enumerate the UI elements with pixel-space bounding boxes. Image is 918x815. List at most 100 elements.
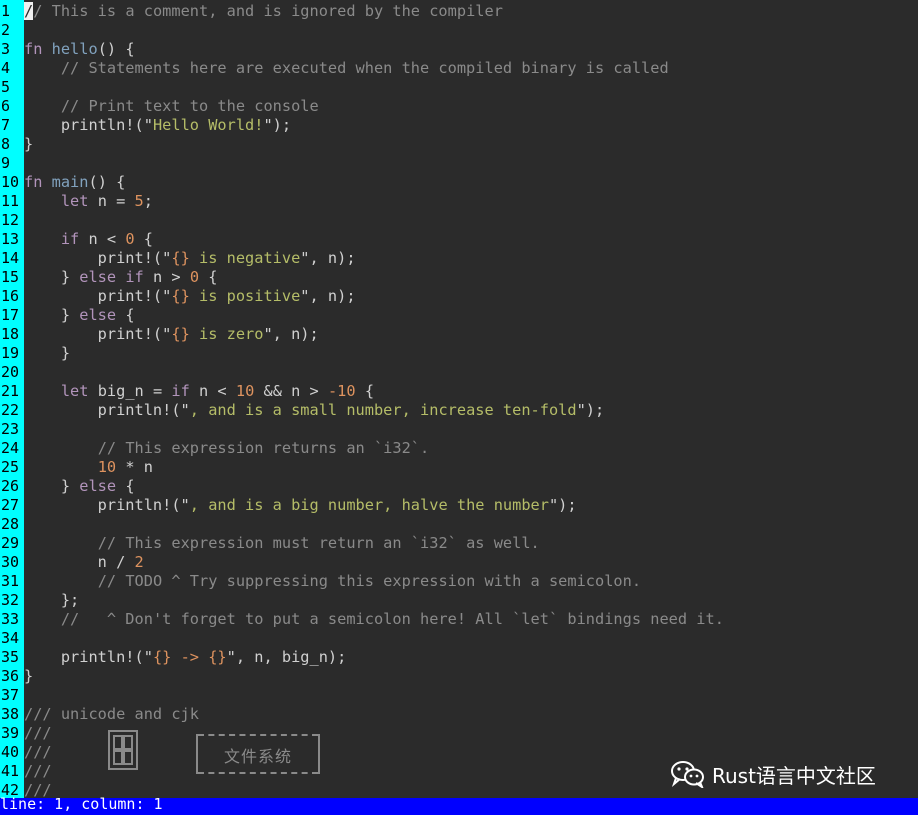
code-text[interactable]: // TODO ^ Try suppressing this expressio… xyxy=(24,572,641,591)
code-token: n < xyxy=(189,382,236,400)
code-line[interactable]: 32 }; xyxy=(0,591,918,610)
code-editor[interactable]: 1 // This is a comment, and is ignored by… xyxy=(0,0,918,799)
code-line[interactable]: 33 // ^ Don't forget to put a semicolon … xyxy=(0,610,918,629)
code-line[interactable]: 6 // Print text to the console xyxy=(0,97,918,116)
line-number: 5 xyxy=(1,78,11,96)
code-token: } xyxy=(24,344,71,362)
code-line[interactable]: 37 xyxy=(0,686,918,705)
code-text[interactable]: fn main() { xyxy=(24,173,125,192)
code-line[interactable]: 1 // This is a comment, and is ignored by… xyxy=(0,2,918,21)
code-text[interactable]: } xyxy=(24,135,33,154)
code-token: /// xyxy=(24,743,52,761)
code-line[interactable]: 20 xyxy=(0,363,918,382)
code-text[interactable]: println!("{} -> {}", n, big_n); xyxy=(24,648,347,667)
code-line[interactable]: 16 print!("{} is positive", n); xyxy=(0,287,918,306)
code-text[interactable]: } xyxy=(24,344,70,363)
code-token: ", n, big_n); xyxy=(226,648,347,666)
code-text[interactable]: fn hello() { xyxy=(24,40,135,59)
code-line[interactable]: 7 println!("Hello World!"); xyxy=(0,116,918,135)
code-text[interactable]: } else { xyxy=(24,477,135,496)
code-text[interactable]: // ^ Don't forget to put a semicolon her… xyxy=(24,610,724,629)
code-line[interactable]: 21 let big_n = if n < 10 && n > -10 { xyxy=(0,382,918,401)
code-text[interactable]: /// xyxy=(24,724,52,743)
code-line[interactable]: 2 xyxy=(0,21,918,40)
code-line[interactable]: 26 } else { xyxy=(0,477,918,496)
code-line[interactable]: 34 xyxy=(0,629,918,648)
code-token: }; xyxy=(24,591,80,609)
code-line[interactable]: 17 } else { xyxy=(0,306,918,325)
code-text[interactable]: /// xyxy=(24,762,52,781)
code-text[interactable]: print!("{} is negative", n); xyxy=(24,249,356,268)
code-line[interactable]: 3 fn hello() { xyxy=(0,40,918,59)
code-text[interactable]: // This expression returns an `i32`. xyxy=(24,439,430,458)
code-line[interactable]: 25 10 * n xyxy=(0,458,918,477)
code-line[interactable]: 12 xyxy=(0,211,918,230)
code-text[interactable]: let n = 5; xyxy=(24,192,153,211)
code-line[interactable]: 8} xyxy=(0,135,918,154)
line-number: 1 xyxy=(1,2,11,20)
line-number: 3 xyxy=(1,40,11,58)
code-text[interactable]: println!(", and is a big number, halve t… xyxy=(24,496,577,515)
code-token: * n xyxy=(116,458,153,476)
line-number: 32 xyxy=(1,591,20,609)
code-token: 10 xyxy=(235,382,255,400)
code-text[interactable]: println!(", and is a small number, incre… xyxy=(24,401,605,420)
code-token: { xyxy=(355,382,375,400)
code-line[interactable]: 14 print!("{} is negative", n); xyxy=(0,249,918,268)
code-line[interactable]: 18 print!("{} is zero", n); xyxy=(0,325,918,344)
code-line[interactable]: 11 let n = 5; xyxy=(0,192,918,211)
code-token: ", n); xyxy=(263,325,319,343)
code-token: if xyxy=(60,230,80,248)
code-line[interactable]: 10 fn main() { xyxy=(0,173,918,192)
code-token: print!(" xyxy=(24,325,172,343)
code-text[interactable]: print!("{} is zero", n); xyxy=(24,325,319,344)
code-line[interactable]: 38/// unicode and cjk xyxy=(0,705,918,724)
code-line[interactable]: 28 xyxy=(0,515,918,534)
code-line[interactable]: 22 println!(", and is a small number, in… xyxy=(0,401,918,420)
code-line[interactable]: 31 // TODO ^ Try suppressing this expres… xyxy=(0,572,918,591)
code-text[interactable]: // Statements here are executed when the… xyxy=(24,59,669,78)
code-line[interactable]: 13 if n < 0 { xyxy=(0,230,918,249)
code-token: { xyxy=(116,477,135,495)
code-text[interactable]: /// unicode and cjk xyxy=(24,705,199,724)
code-line[interactable]: 35 println!("{} -> {}", n, big_n); xyxy=(0,648,918,667)
code-line[interactable]: 29 // This expression must return an `i3… xyxy=(0,534,918,553)
code-text[interactable]: println!("Hello World!"); xyxy=(24,116,291,135)
code-line[interactable]: 15 } else if n > 0 { xyxy=(0,268,918,287)
code-text[interactable]: } else if n > 0 { xyxy=(24,268,218,287)
code-line[interactable]: 23 xyxy=(0,420,918,439)
line-number: 11 xyxy=(1,192,20,210)
code-line[interactable]: 27 println!(", and is a big number, halv… xyxy=(0,496,918,515)
code-line[interactable]: 24 // This expression returns an `i32`. xyxy=(0,439,918,458)
line-number: 36 xyxy=(1,667,20,685)
code-token: { xyxy=(199,268,218,286)
code-text[interactable]: let big_n = if n < 10 && n > -10 { xyxy=(24,382,374,401)
code-line[interactable]: 19 } xyxy=(0,344,918,363)
code-line[interactable]: 9 xyxy=(0,154,918,173)
code-text[interactable]: if n < 0 { xyxy=(24,230,153,249)
code-token: {} -> {} xyxy=(152,648,227,666)
code-text[interactable]: } xyxy=(24,667,33,686)
code-line[interactable]: 5 xyxy=(0,78,918,97)
code-text[interactable]: } else { xyxy=(24,306,135,325)
code-text[interactable]: print!("{} is positive", n); xyxy=(24,287,356,306)
code-line[interactable]: 4 // Statements here are executed when t… xyxy=(0,59,918,78)
watermark: Rust语言中文社区 xyxy=(670,760,876,790)
code-text[interactable]: n / 2 xyxy=(24,553,144,572)
code-token: println!(" xyxy=(24,401,190,419)
code-token: println!(" xyxy=(24,116,153,134)
code-text[interactable]: // Print text to the console xyxy=(24,97,319,116)
code-line[interactable]: 30 n / 2 xyxy=(0,553,918,572)
code-text[interactable]: }; xyxy=(24,591,79,610)
code-text[interactable]: 10 * n xyxy=(24,458,153,477)
code-line[interactable]: 36} xyxy=(0,667,918,686)
code-text[interactable]: // This expression must return an `i32` … xyxy=(24,534,540,553)
code-token: } xyxy=(24,667,34,685)
code-text[interactable]: // This is a comment, and is ignored by … xyxy=(24,2,503,21)
code-text[interactable]: /// xyxy=(24,743,52,762)
